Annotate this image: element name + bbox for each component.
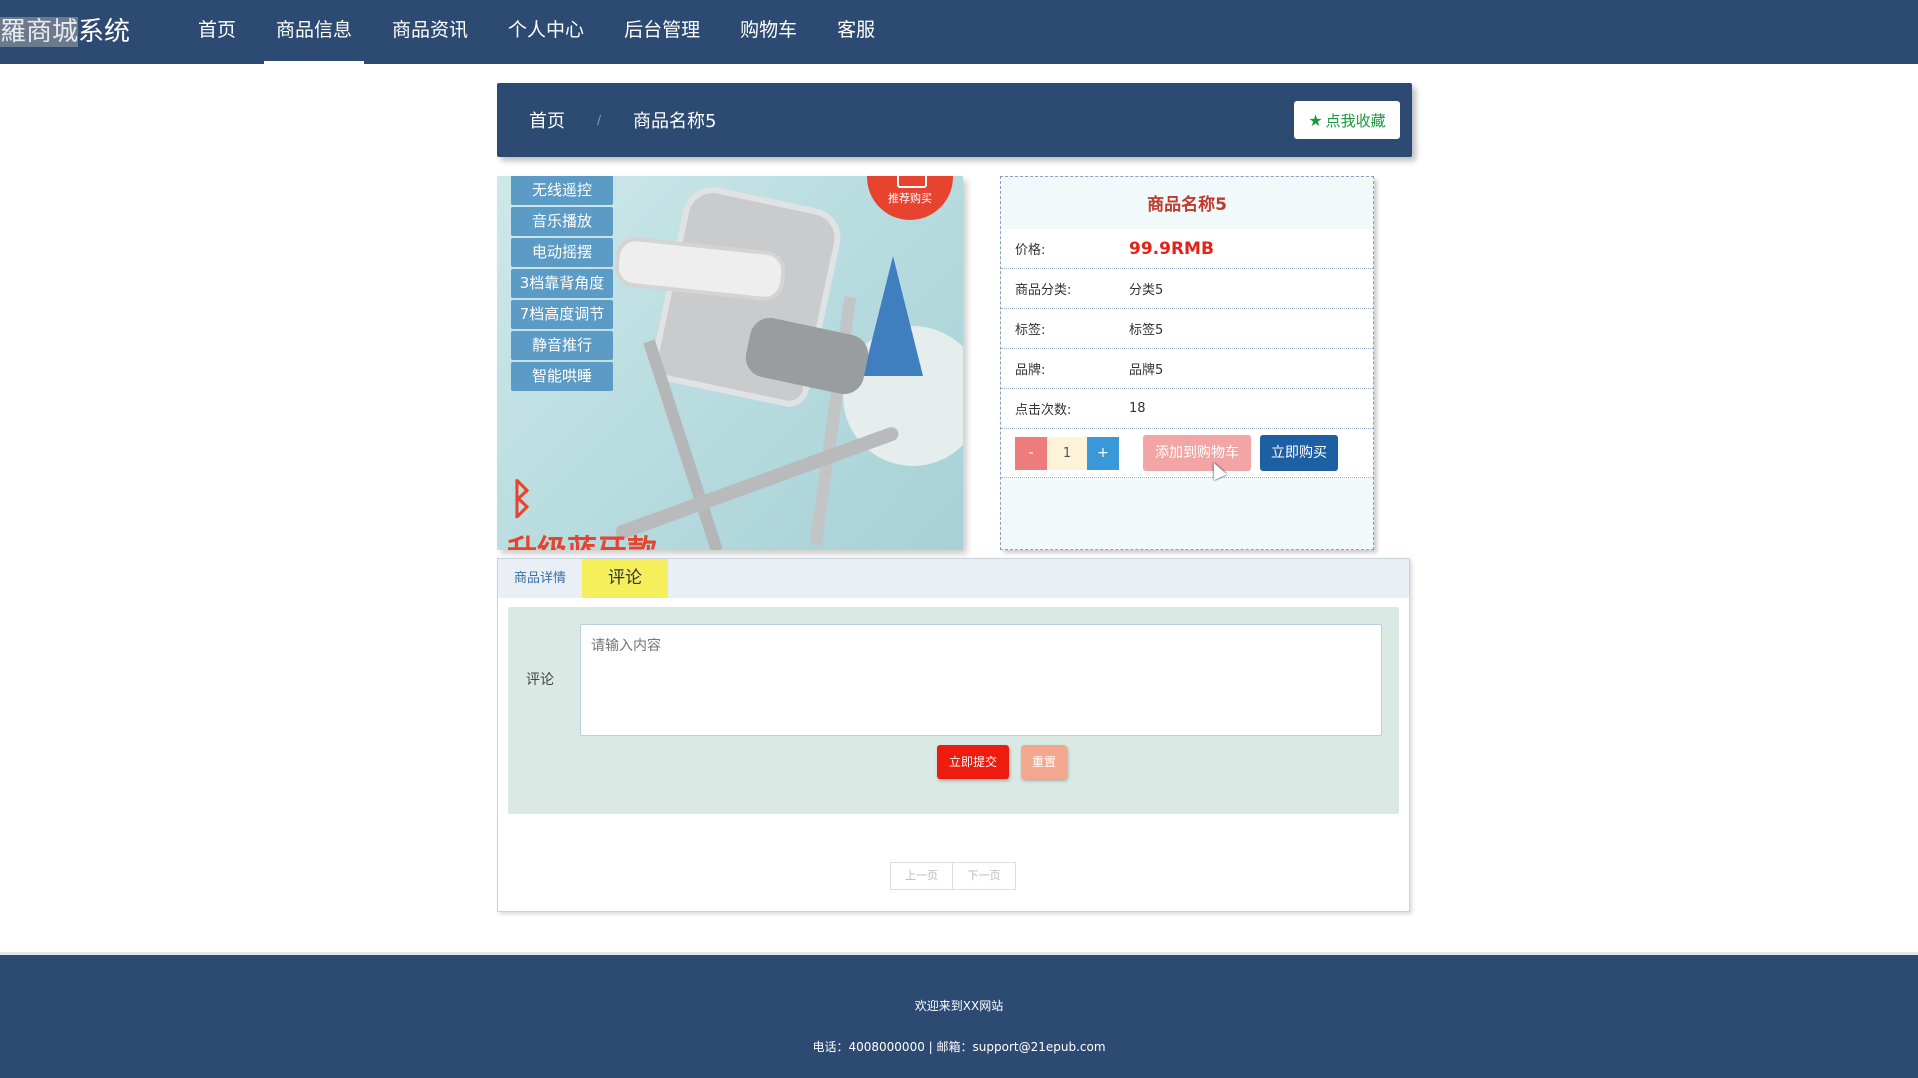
footer: 欢迎来到XX网站 电话：4008000000 | 邮箱：support@21ep… [0,952,1918,1078]
quantity-decrement-button[interactable]: - [1015,436,1047,470]
info-row-price: 价格: 99.9RMB [1001,229,1373,269]
info-key: 品牌: [1015,363,1046,378]
info-value: 18 [1129,401,1146,416]
feature-item: 电动摇摆 [511,238,613,267]
nav-personal-center[interactable]: 个人中心 [488,0,604,64]
feature-list: 无线遥控 音乐播放 电动摇摆 3档靠背角度 7档高度调节 静音推行 智能哄睡 [511,176,613,393]
star-icon: ★ [1308,110,1323,130]
info-key: 标签: [1015,323,1046,338]
chair-base [613,425,901,541]
breadcrumb-separator: / [597,113,602,127]
reset-button[interactable]: 重置 [1021,745,1067,779]
brand-logo[interactable]: 羅商城系统 [0,12,130,52]
breadcrumb: 首页 / 商品名称5 [529,83,717,157]
footer-contact: 电话：4008000000 | 邮箱：support@21epub.com [812,1040,1106,1054]
promo-text: 升级蓝牙款 [507,526,657,550]
brand-rest: 系统 [78,17,131,47]
feature-item: 3档靠背角度 [511,269,613,298]
nav-product-news[interactable]: 商品资讯 [372,0,488,64]
info-row-brand: 品牌: 品牌5 [1001,349,1373,389]
buy-now-button[interactable]: 立即购买 [1260,435,1338,471]
feature-item: 音乐播放 [511,207,613,236]
price-value: 99.9RMB [1129,238,1214,259]
nav-product-info[interactable]: 商品信息 [256,0,372,64]
tab-comments[interactable]: 评论 [582,559,669,598]
product-info-panel: 商品名称5 价格: 99.9RMB 商品分类: 分类5 标签: 标签5 品牌: … [1000,176,1374,550]
product-image[interactable]: 无线遥控 音乐播放 电动摇摆 3档靠背角度 7档高度调节 静音推行 智能哄睡 推… [497,176,963,550]
brand-highlight: 羅商城 [0,17,79,47]
comment-form: 评论 立即提交 重置 [508,607,1399,814]
comment-textarea[interactable] [580,624,1382,736]
nav-support[interactable]: 客服 [817,0,895,64]
pagination: 上一页 下一页 [890,862,1016,890]
nav-home[interactable]: 首页 [178,0,256,64]
breadcrumb-panel: 首页 / 商品名称5 ★ 点我收藏 [497,83,1412,157]
info-row-category: 商品分类: 分类5 [1001,269,1373,309]
nav-admin[interactable]: 后台管理 [604,0,720,64]
product-name: 商品名称5 [1147,195,1227,215]
bluetooth-icon: ᛒ [509,474,535,523]
detail-tabs-card: 商品详情 评论 评论 立即提交 重置 上一页 下一页 [497,558,1410,912]
breadcrumb-home[interactable]: 首页 [529,107,565,133]
feature-item: 智能哄睡 [511,362,613,391]
info-key: 价格: [1015,243,1046,258]
add-to-cart-button[interactable]: 添加到购物车 [1143,435,1251,471]
quantity-input[interactable]: 1 [1047,436,1087,470]
tab-product-details[interactable]: 商品详情 [498,559,582,598]
favorite-button[interactable]: ★ 点我收藏 [1294,101,1400,139]
feature-item: 无线遥控 [511,176,613,205]
submit-button[interactable]: 立即提交 [937,745,1009,779]
info-row-tag: 标签: 标签5 [1001,309,1373,349]
tab-bar: 商品详情 评论 [498,559,1409,598]
info-value: 标签5 [1129,323,1164,338]
info-row-clicks: 点击次数: 18 [1001,389,1373,429]
info-value: 分类5 [1129,283,1164,298]
favorite-label: 点我收藏 [1325,111,1386,130]
tree-decoration [863,256,923,376]
top-navbar: 羅商城系统 首页 商品信息 商品资讯 个人中心 后台管理 购物车 客服 [0,0,1918,64]
purchase-actions: - 1 + 添加到购物车 立即购买 [1001,429,1373,478]
main-nav: 首页 商品信息 商品资讯 个人中心 后台管理 购物车 客服 [178,0,895,64]
feature-item: 7档高度调节 [511,300,613,329]
nav-cart[interactable]: 购物车 [720,0,817,64]
info-key: 商品分类: [1015,283,1072,298]
breadcrumb-current: 商品名称5 [633,111,717,132]
recommend-badge: 推荐购买 [867,176,953,220]
feature-item: 静音推行 [511,331,613,360]
footer-welcome: 欢迎来到XX网站 [914,999,1004,1013]
comment-label: 评论 [526,672,554,688]
prev-page-button[interactable]: 上一页 [890,862,953,890]
quantity-increment-button[interactable]: + [1087,436,1119,470]
info-key: 点击次数: [1015,403,1072,418]
next-page-button[interactable]: 下一页 [953,862,1016,890]
info-value: 品牌5 [1129,363,1164,378]
